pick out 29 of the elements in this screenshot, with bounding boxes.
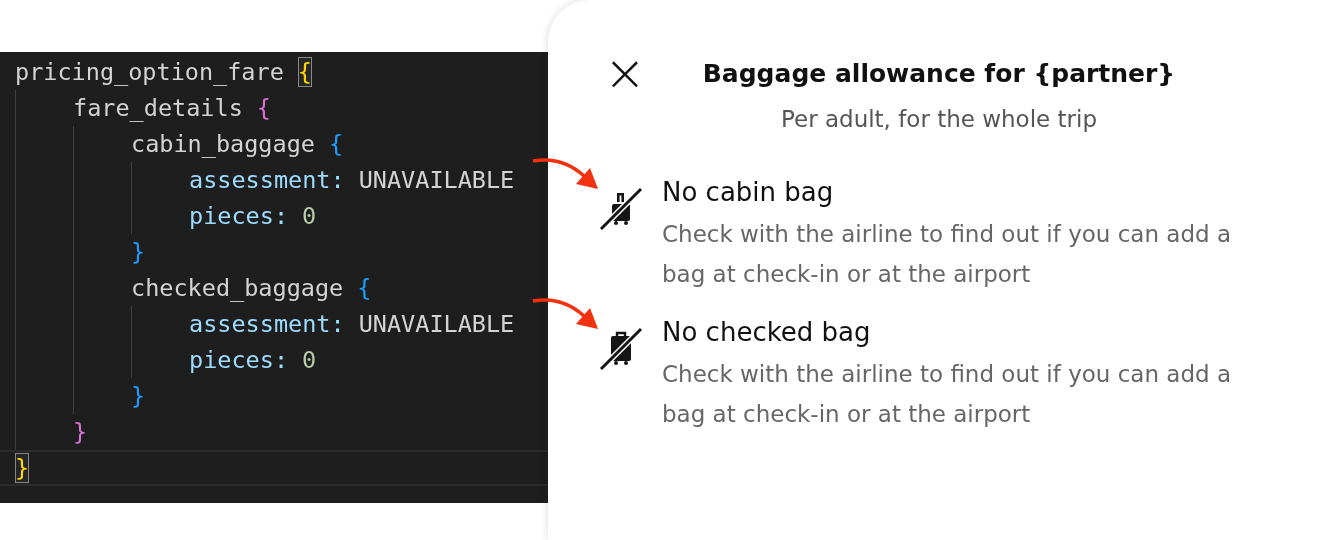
no-cabin-bag-icon xyxy=(598,185,644,231)
code-key: cabin_baggage xyxy=(131,126,315,162)
dialog-title: Baggage allowance for {partner} xyxy=(702,58,1176,88)
code-key: fare_details xyxy=(73,90,243,126)
code-key: assessment: xyxy=(189,162,345,198)
code-value: UNAVAILABLE xyxy=(358,165,515,196)
brace: } xyxy=(131,381,146,411)
brace: { xyxy=(357,273,372,303)
code-key: pieces: xyxy=(189,342,289,378)
close-button[interactable]: × xyxy=(600,50,650,96)
baggage-description: Check with the airline to find out if you can add a bag at check-in or at the airport xyxy=(662,360,1233,429)
code-value: UNAVAILABLE xyxy=(358,309,515,340)
brace: { xyxy=(297,57,312,87)
code-value: 0 xyxy=(302,201,317,232)
brace: } xyxy=(131,237,146,267)
brace: { xyxy=(256,93,271,123)
code-value: 0 xyxy=(302,345,317,376)
brace: } xyxy=(15,453,30,483)
code-key: assessment: xyxy=(189,306,345,342)
no-suitcase-icon xyxy=(598,325,644,371)
baggage-title: No checked bag xyxy=(662,316,872,349)
brace: { xyxy=(328,129,344,159)
code-key: pieces: xyxy=(189,198,289,234)
code-key: pricing_option_fare xyxy=(15,54,284,90)
code-key: checked_baggage xyxy=(131,270,344,306)
baggage-title: No cabin bag xyxy=(662,176,835,209)
baggage-description: Check with the airline to find out if you can add a bag at check-in or at the airport xyxy=(662,220,1233,289)
dialog-subtitle: Per adult, for the whole trip xyxy=(779,106,1098,132)
brace: } xyxy=(73,417,88,447)
